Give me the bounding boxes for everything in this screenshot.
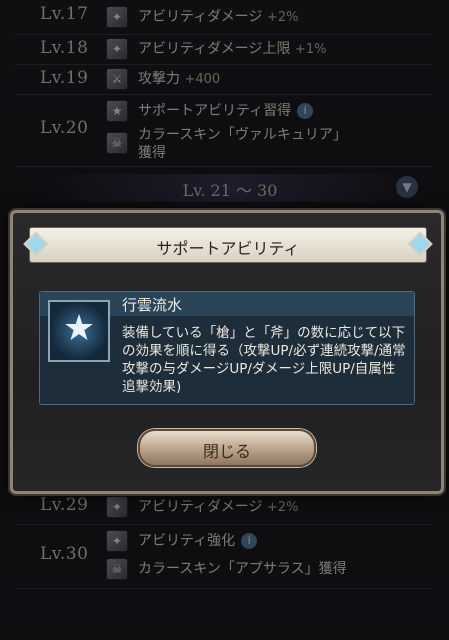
close-label: 閉じる xyxy=(202,442,251,461)
skill-description: 装備している「槍」と「斧」の数に応じて以下の効果を順に得る（攻撃UP/必ず連続攻… xyxy=(122,325,406,395)
star-icon: ★ xyxy=(62,308,96,349)
skill-card: ★ 行雲流水 装備している「槍」と「斧」の数に応じて以下の効果を順に得る（攻撃U… xyxy=(39,291,415,405)
support-ability-dialog: サポートアビリティ ★ 行雲流水 装備している「槍」と「斧」の数に応じて以下の効… xyxy=(10,210,444,494)
skill-name: 行雲流水 xyxy=(122,296,183,314)
close-button[interactable]: 閉じる xyxy=(138,429,316,467)
skill-icon: ★ xyxy=(48,300,110,362)
dialog-header: サポートアビリティ xyxy=(29,227,427,263)
dialog-title: サポートアビリティ xyxy=(156,239,300,258)
